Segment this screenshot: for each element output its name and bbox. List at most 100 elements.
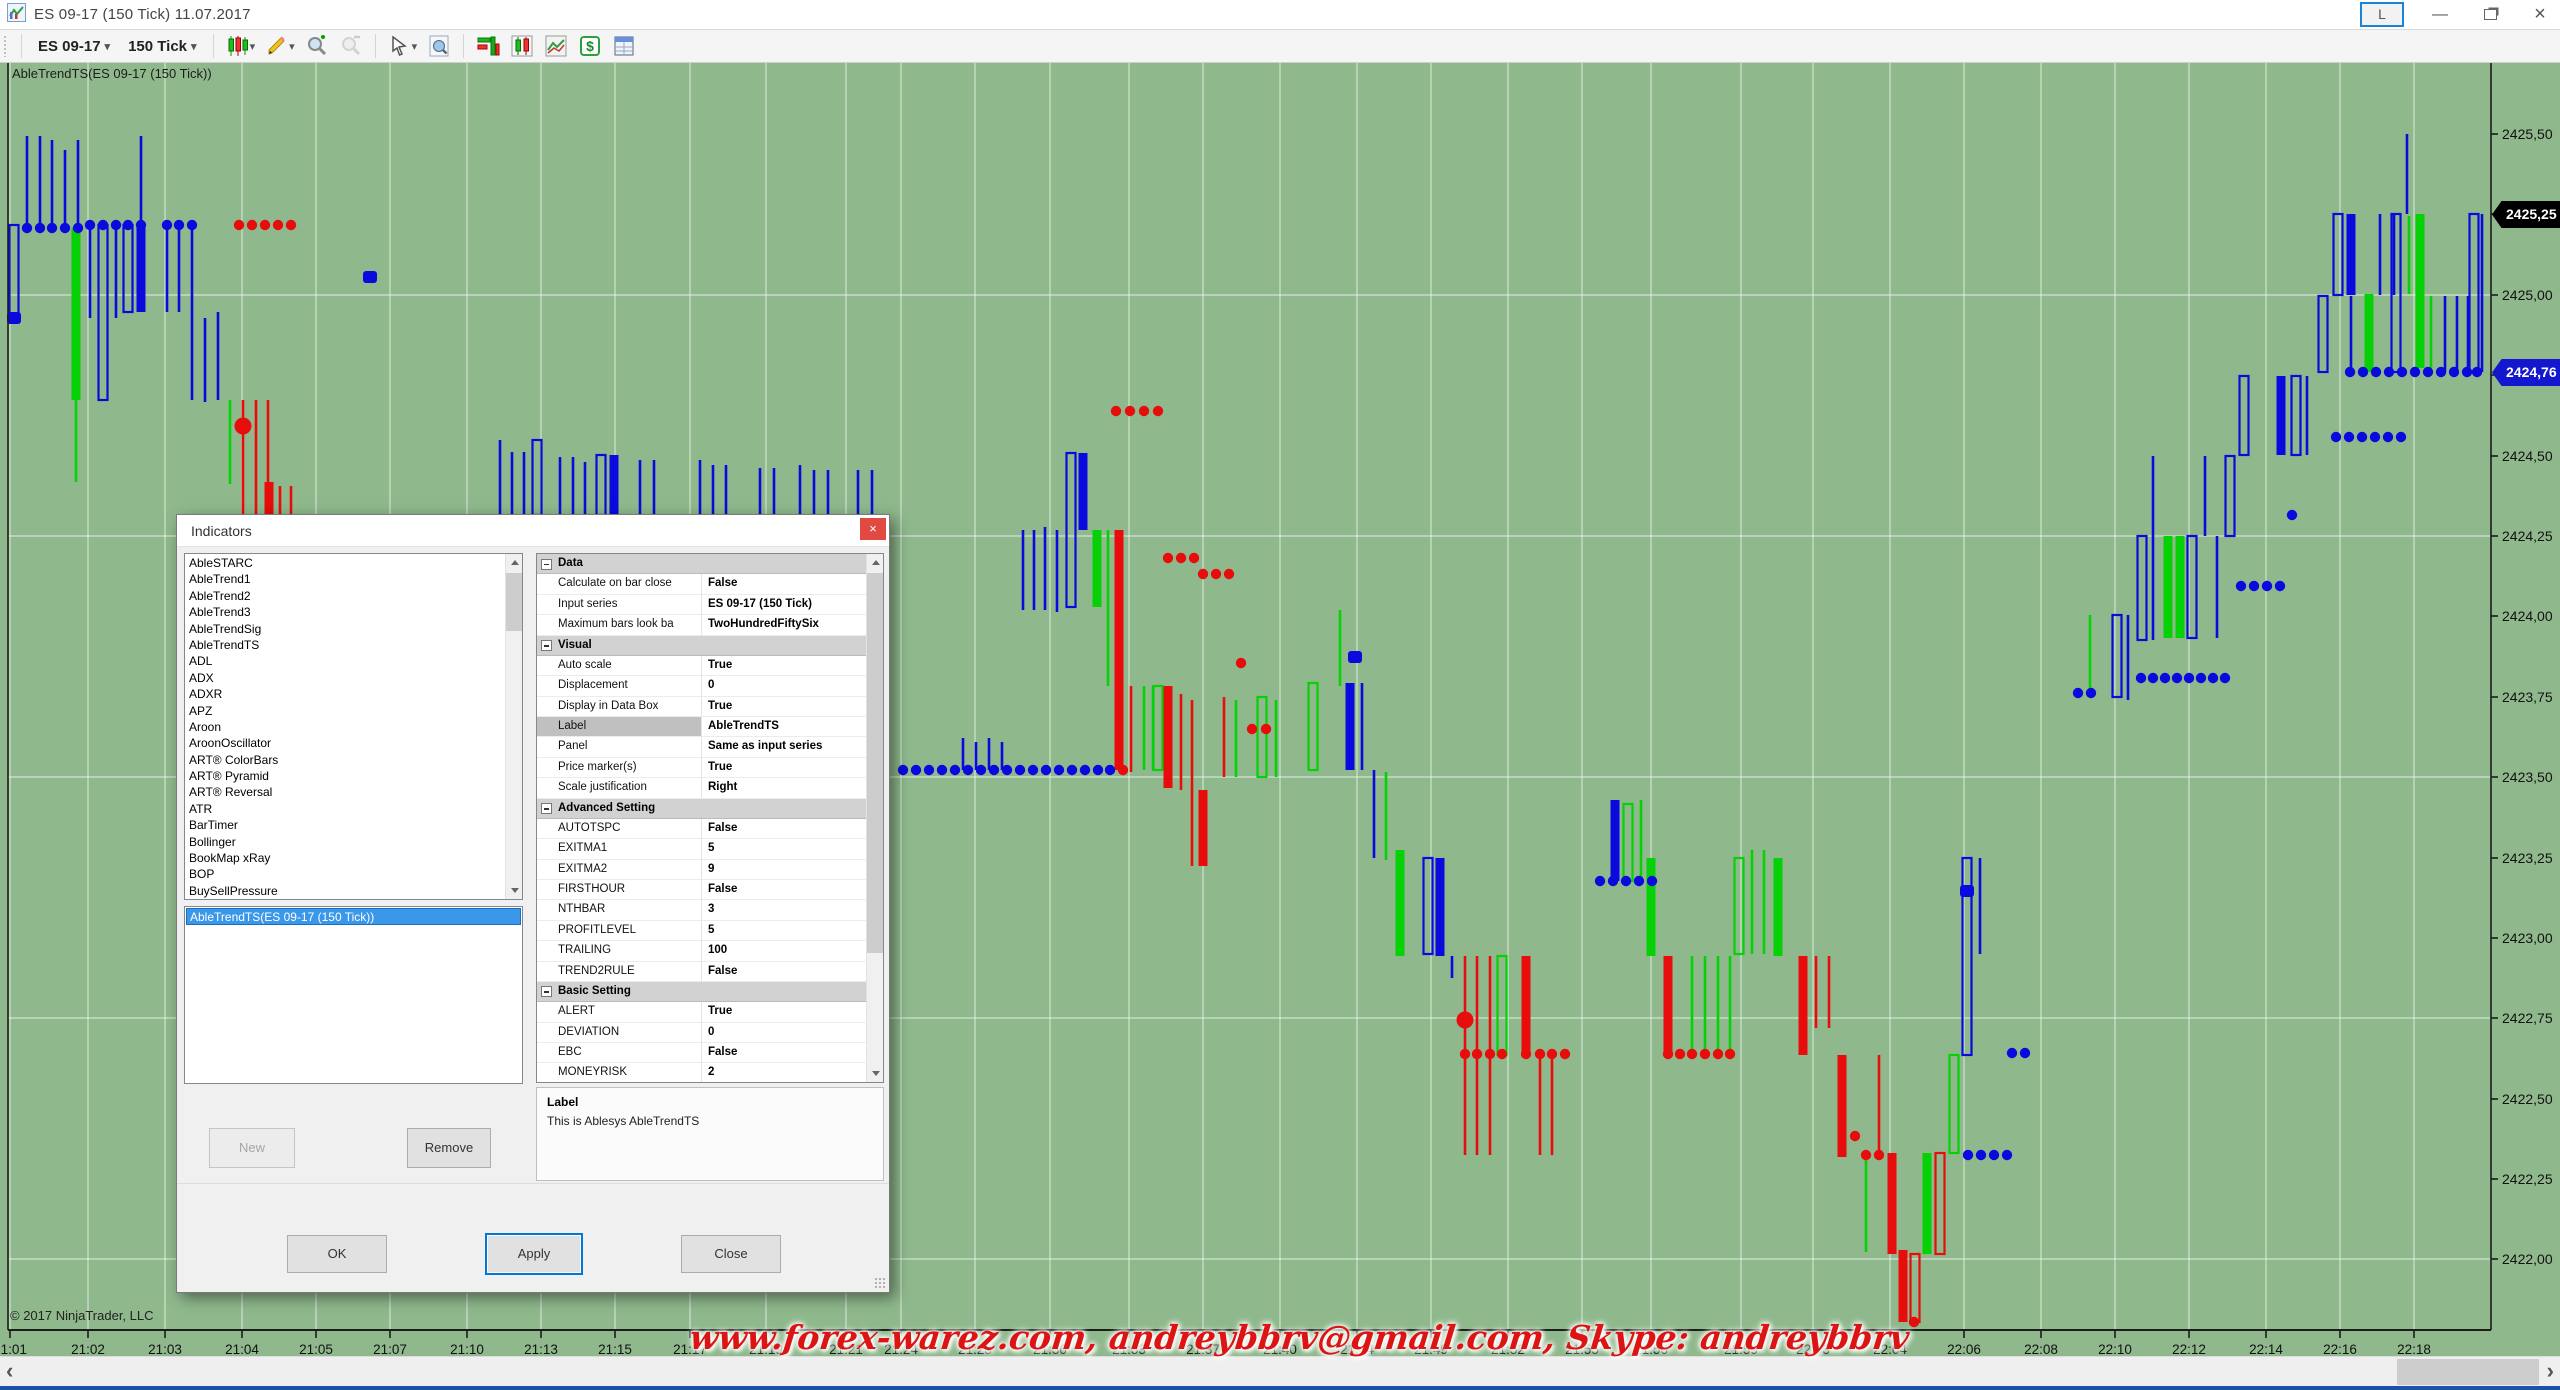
resize-grip[interactable]: [874, 1277, 886, 1289]
chart-style-button[interactable]: ▾: [221, 32, 261, 60]
indicator-list-item[interactable]: BuySellPressure: [185, 883, 505, 899]
property-row[interactable]: Displacement0: [537, 676, 866, 696]
indicator-list-item[interactable]: Bollinger: [185, 834, 505, 850]
property-grid[interactable]: DataCalculate on bar closeFalseInput ser…: [536, 553, 884, 1083]
property-row[interactable]: Calculate on bar closeFalse: [537, 574, 866, 594]
indicator-list-item[interactable]: ART® Reversal: [185, 784, 505, 800]
link-button[interactable]: L: [2360, 2, 2404, 27]
scrollbar-thumb[interactable]: [867, 573, 883, 953]
available-indicators-list[interactable]: AbleSTARCAbleTrend1AbleTrend2AbleTrend3A…: [184, 553, 523, 900]
indicator-list-item[interactable]: ADXR: [185, 686, 505, 702]
scroll-up-icon[interactable]: [506, 554, 523, 571]
indicator-list-item[interactable]: ART® ColorBars: [185, 752, 505, 768]
property-section-row[interactable]: Advanced Setting: [537, 799, 866, 819]
property-row[interactable]: FIRSTHOURFalse: [537, 880, 866, 900]
property-row[interactable]: PROFITLEVEL5: [537, 921, 866, 941]
property-row[interactable]: DEVIATION0: [537, 1023, 866, 1043]
apply-button[interactable]: Apply: [485, 1233, 583, 1275]
indicator-list-item[interactable]: Aroon: [185, 719, 505, 735]
maximize-button[interactable]: [2476, 6, 2504, 24]
scrollbar-thumb[interactable]: [506, 573, 522, 631]
zoom-out-button[interactable]: [334, 32, 368, 60]
indicator-list-item[interactable]: AroonOscillator: [185, 735, 505, 751]
indicator-list-item[interactable]: APZ: [185, 703, 505, 719]
property-row[interactable]: ALERTTrue: [537, 1002, 866, 1022]
indicator-list-item[interactable]: BookMap xRay: [185, 850, 505, 866]
close-dialog-button[interactable]: Close: [681, 1235, 781, 1273]
property-row[interactable]: EXITMA29: [537, 860, 866, 880]
indicators-button[interactable]: [471, 32, 505, 60]
time-axis-label: 22:08: [2024, 1342, 2058, 1357]
indicator-list-item[interactable]: AbleTrend2: [185, 588, 505, 604]
scroll-down-icon[interactable]: [506, 882, 523, 899]
account-performance-button[interactable]: $: [573, 32, 607, 60]
property-row[interactable]: NTHBAR3: [537, 900, 866, 920]
scroll-left-icon[interactable]: ‹: [6, 1357, 13, 1387]
grid-scrollbar[interactable]: [866, 554, 883, 1082]
property-section-row[interactable]: Visual: [537, 636, 866, 656]
property-row[interactable]: Display in Data BoxTrue: [537, 697, 866, 717]
signal-dot: [963, 765, 973, 775]
indicator-list-item[interactable]: AbleTrend1: [185, 571, 505, 587]
indicator-list-item[interactable]: AbleTrend3: [185, 604, 505, 620]
scroll-right-icon[interactable]: ›: [2547, 1357, 2554, 1387]
indicator-list-item[interactable]: BarTimer: [185, 817, 505, 833]
properties-button[interactable]: [607, 32, 641, 60]
price-bar: [1093, 530, 1102, 607]
zoom-in-button[interactable]: [300, 32, 334, 60]
minimize-button[interactable]: —: [2426, 6, 2454, 24]
property-row[interactable]: TREND2RULEFalse: [537, 962, 866, 982]
property-row[interactable]: AUTOTSPCFalse: [537, 819, 866, 839]
interval-selector[interactable]: 150 Tick▾: [119, 34, 205, 59]
collapse-icon[interactable]: [541, 803, 552, 814]
collapse-icon[interactable]: [541, 986, 552, 997]
horizontal-scrollbar[interactable]: ‹ ›: [0, 1356, 2560, 1386]
indicator-list-item[interactable]: ART® Pyramid: [185, 768, 505, 784]
scroll-up-icon[interactable]: [867, 554, 884, 571]
instrument-selector[interactable]: ES 09-17▾: [29, 34, 119, 59]
property-row[interactable]: EBCFalse: [537, 1043, 866, 1063]
drawing-tools-button[interactable]: ▾: [260, 32, 300, 60]
collapse-icon[interactable]: [541, 559, 552, 570]
property-row[interactable]: Scale justificationRight: [537, 778, 866, 798]
new-button[interactable]: New: [209, 1128, 295, 1168]
indicator-list-item[interactable]: BOP: [185, 866, 505, 882]
property-row[interactable]: EXITMA15: [537, 839, 866, 859]
signal-dot: [1621, 876, 1631, 886]
cursor-tool-button[interactable]: ▾: [383, 32, 423, 60]
indicator-list-item[interactable]: ADX: [185, 670, 505, 686]
scroll-down-icon[interactable]: [867, 1065, 884, 1082]
property-section-row[interactable]: Basic Setting: [537, 982, 866, 1002]
property-row[interactable]: TRAILING100: [537, 941, 866, 961]
dialog-titlebar[interactable]: Indicators ×: [177, 515, 889, 547]
property-row[interactable]: PanelSame as input series: [537, 737, 866, 757]
strategies-button[interactable]: [539, 32, 573, 60]
indicator-list-item[interactable]: AbleTrendSig: [185, 621, 505, 637]
property-row[interactable]: Price marker(s)True: [537, 758, 866, 778]
indicator-list-item[interactable]: AbleTrendTS: [185, 637, 505, 653]
signal-dot: [2358, 367, 2368, 377]
toolbar-grip[interactable]: [3, 35, 8, 57]
property-row[interactable]: Maximum bars look baTwoHundredFiftySix: [537, 615, 866, 635]
close-button[interactable]: ×: [2526, 3, 2554, 26]
property-section-row[interactable]: Data: [537, 554, 866, 574]
ok-button[interactable]: OK: [287, 1235, 387, 1273]
collapse-icon[interactable]: [541, 640, 552, 651]
scrollbar-thumb[interactable]: [2397, 1359, 2539, 1385]
chart-trader-button[interactable]: [505, 32, 539, 60]
indicator-list-item[interactable]: ATR: [185, 801, 505, 817]
property-row[interactable]: Auto scaleTrue: [537, 656, 866, 676]
indicator-list-item[interactable]: ADL: [185, 653, 505, 669]
indicator-list-item[interactable]: AbleSTARC: [185, 555, 505, 571]
property-row[interactable]: MONEYRISK2: [537, 1063, 866, 1083]
property-row[interactable]: Input seriesES 09-17 (150 Tick): [537, 595, 866, 615]
signal-dot: [2383, 432, 2393, 442]
dialog-close-button[interactable]: ×: [860, 518, 886, 540]
property-row[interactable]: LabelAbleTrendTS: [537, 717, 866, 737]
selected-indicator-instance[interactable]: AbleTrendTS(ES 09-17 (150 Tick)): [186, 908, 521, 925]
remove-button[interactable]: Remove: [407, 1128, 491, 1168]
data-box-button[interactable]: [422, 32, 456, 60]
list-scrollbar[interactable]: [505, 554, 522, 899]
configured-indicators-list[interactable]: AbleTrendTS(ES 09-17 (150 Tick)): [184, 906, 523, 1084]
signal-dot: [1963, 1150, 1973, 1160]
